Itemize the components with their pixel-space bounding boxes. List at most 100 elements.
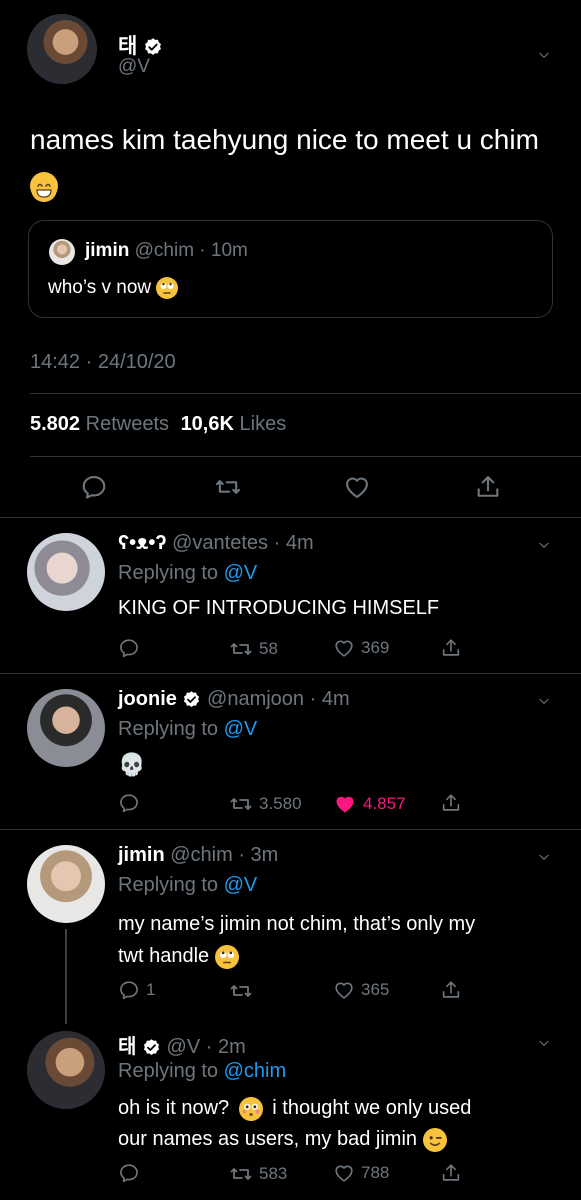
retweet-icon — [229, 1162, 253, 1186]
display-name[interactable]: 태 — [118, 1036, 136, 1058]
reply-button[interactable]: 1 — [118, 979, 155, 1001]
reply-button[interactable] — [118, 792, 146, 814]
time: 3m — [250, 844, 279, 866]
display-name[interactable]: jimin — [118, 844, 165, 866]
retweet-button[interactable] — [229, 979, 259, 1003]
share-icon — [440, 637, 462, 659]
like-count: 788 — [361, 1163, 390, 1182]
replying-to-link[interactable]: @V — [224, 562, 258, 584]
replying-to-link[interactable]: @V — [224, 718, 258, 740]
retweet-icon — [229, 637, 253, 661]
display-name[interactable]: 태 — [118, 35, 137, 58]
divider — [30, 393, 581, 394]
display-name[interactable]: ʕ•ᴥ•ʔ — [118, 532, 167, 554]
time: 4m — [285, 532, 314, 554]
replying-to-line: Replying to @chim — [118, 1060, 287, 1082]
retweet-icon — [229, 979, 253, 1003]
like-count: 4.857 — [363, 794, 406, 813]
winking-emoji-icon — [422, 1127, 447, 1152]
retweet-icon — [214, 473, 242, 501]
divider — [0, 829, 581, 830]
replying-to-link[interactable]: @V — [224, 874, 258, 896]
reply-icon — [118, 1162, 140, 1184]
share-icon — [440, 979, 462, 1001]
retweet-button[interactable]: 583 — [229, 1162, 287, 1186]
reply-button[interactable] — [118, 637, 146, 659]
quoted-text: who’s v now — [48, 277, 179, 299]
handle[interactable]: @chim — [170, 844, 233, 866]
avatar[interactable] — [27, 14, 97, 84]
like-button[interactable]: 365 — [333, 979, 389, 1001]
author-line[interactable]: jimin @chim · 3m — [118, 844, 278, 867]
reply-icon — [118, 792, 140, 814]
author-line[interactable]: joonie @namjoon · 4m — [118, 688, 350, 711]
chevron-down-icon[interactable] — [537, 1036, 551, 1050]
handle[interactable]: @vantetes — [172, 532, 268, 554]
share-button[interactable] — [474, 473, 502, 501]
like-button[interactable] — [343, 473, 371, 501]
reply-count: 1 — [146, 980, 156, 999]
likes-count[interactable]: 10,6K — [181, 413, 234, 435]
rolling-eyes-emoji-icon — [214, 944, 239, 969]
reply-button[interactable] — [118, 1162, 146, 1184]
replying-to-line: Replying to @V — [118, 874, 258, 896]
grinning-emoji-icon — [30, 171, 58, 202]
quoted-name: jimin — [85, 240, 130, 261]
reply-icon — [118, 637, 140, 659]
retweet-count: 58 — [259, 639, 278, 658]
like-button[interactable]: 788 — [333, 1162, 389, 1184]
author-line[interactable]: ʕ•ᴥ•ʔ @vantetes · 4m — [118, 532, 314, 555]
chevron-down-icon[interactable] — [537, 850, 551, 864]
like-button[interactable]: 4.857 — [333, 792, 406, 816]
time: 2m — [217, 1036, 246, 1058]
divider — [0, 517, 581, 518]
retweet-button[interactable]: 58 — [229, 637, 278, 661]
like-icon — [333, 979, 355, 1001]
display-name[interactable]: joonie — [118, 688, 177, 710]
avatar[interactable] — [27, 845, 105, 923]
handle[interactable]: @V — [167, 1036, 201, 1058]
like-icon — [343, 473, 371, 501]
retweets-label[interactable]: Retweets — [86, 413, 169, 435]
divider — [30, 456, 581, 457]
avatar[interactable] — [27, 533, 105, 611]
avatar[interactable] — [27, 689, 105, 767]
handle[interactable]: @V — [118, 56, 150, 78]
verified-badge-icon — [182, 690, 201, 709]
share-button[interactable] — [440, 1162, 462, 1184]
quoted-tweet[interactable]: jimin @chim · 10m who’s v now — [28, 220, 553, 318]
chevron-down-icon[interactable] — [537, 48, 551, 62]
replying-to-line: Replying to @V — [118, 562, 258, 584]
share-button[interactable] — [440, 792, 462, 814]
handle[interactable]: @namjoon — [207, 688, 304, 710]
retweet-button[interactable]: 3.580 — [229, 792, 302, 816]
share-icon — [474, 473, 502, 501]
share-icon — [440, 1162, 462, 1184]
reply-icon — [80, 473, 108, 501]
author-line[interactable]: 태 @V · 2m — [118, 1030, 246, 1059]
share-button[interactable] — [440, 979, 462, 1001]
tweet-text: names kim taehyung nice to meet u chim — [30, 118, 560, 206]
like-filled-icon — [333, 792, 357, 816]
replying-to-link[interactable]: @chim — [224, 1060, 287, 1082]
retweet-count: 583 — [259, 1164, 288, 1183]
flushed-emoji-icon — [238, 1096, 263, 1121]
retweet-button[interactable] — [214, 473, 242, 501]
quoted-author-line: jimin @chim · 10m — [85, 240, 248, 261]
chevron-down-icon[interactable] — [537, 694, 551, 708]
reply-button[interactable] — [80, 473, 108, 501]
reply-text: my name’s jimin not chim, that’s only my… — [118, 913, 476, 969]
likes-label[interactable]: Likes — [240, 413, 287, 435]
tweet-timestamp[interactable]: 14:42 · 24/10/20 — [30, 351, 176, 374]
like-button[interactable]: 369 — [333, 637, 389, 659]
like-count: 369 — [361, 638, 390, 657]
retweets-count[interactable]: 5.802 — [30, 413, 80, 435]
engagement-stats: 5.802 Retweets 10,6K Likes — [30, 413, 286, 436]
reply-text: KING OF INTRODUCING HIMSELF — [118, 597, 440, 619]
avatar[interactable] — [27, 1031, 105, 1109]
divider — [0, 673, 581, 674]
chevron-down-icon[interactable] — [537, 538, 551, 552]
verified-badge-icon — [143, 37, 163, 57]
share-button[interactable] — [440, 637, 462, 659]
verified-badge-icon — [142, 1038, 161, 1057]
